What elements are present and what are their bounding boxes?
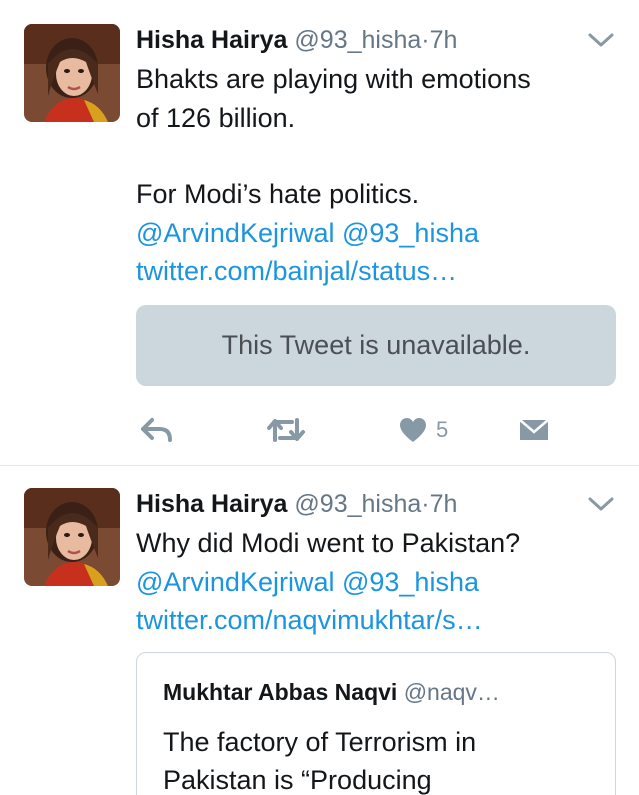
author-name[interactable]: Hisha Hairya <box>136 490 287 518</box>
quoted-tweet-text: The factory of Terrorism in Pakistan is … <box>163 723 593 795</box>
avatar[interactable] <box>24 24 120 122</box>
tweet-text-line: For Modi’s hate politics. <box>136 179 420 209</box>
mentions-link[interactable]: @ArvindKejriwal @93_hisha <box>136 214 616 253</box>
separator-dot: · <box>421 26 430 54</box>
tweet-text-line: of 126 billion. <box>136 102 296 133</box>
quoted-tweet-header: Mukhtar Abbas Naqvi @naqv… <box>163 679 500 706</box>
avatar[interactable] <box>24 488 120 586</box>
chevron-down-icon[interactable] <box>587 30 615 50</box>
quoted-text-line: Pakistan is “Producing <box>163 765 432 795</box>
tweet-header: Hisha Hairya @93_hisha·7h <box>136 488 457 520</box>
author-handle[interactable]: @93_hisha <box>294 26 421 54</box>
quoted-author-name: Mukhtar Abbas Naqvi <box>163 679 398 705</box>
reply-button[interactable] <box>140 412 174 448</box>
tweet-text-line: Bhakts are playing with emotions <box>136 64 531 94</box>
like-count: 5 <box>436 417 449 442</box>
quoted-tweet-card[interactable]: Mukhtar Abbas Naqvi @naqv… The factory o… <box>136 652 616 795</box>
like-button[interactable]: 5 <box>398 412 448 448</box>
tweet-feed: Hisha Hairya @93_hisha·7h Bhakts are pla… <box>0 0 639 795</box>
tweet-body: Why did Modi went to Pakistan? @ArvindKe… <box>136 524 616 640</box>
tweet[interactable]: Hisha Hairya @93_hisha·7h Bhakts are pla… <box>0 0 639 466</box>
tweet-body: Bhakts are playing with emotions of 126 … <box>136 60 616 291</box>
envelope-icon <box>519 419 549 440</box>
tweet-header: Hisha Hairya @93_hisha·7h <box>136 24 457 56</box>
tweet-text-line: Why did Modi went to Pakistan? <box>136 528 521 558</box>
timestamp[interactable]: 7h <box>430 26 458 54</box>
author-handle[interactable]: @93_hisha <box>294 490 421 518</box>
tweet-actions: 5 <box>136 412 616 448</box>
heart-icon <box>400 418 426 442</box>
quoted-author-handle: @naqv… <box>403 679 500 705</box>
quoted-text-line: The factory of Terrorism in <box>163 727 477 757</box>
mentions-link[interactable]: @ArvindKejriwal @93_hisha <box>136 563 616 602</box>
avatar-image <box>24 488 120 586</box>
reply-icon <box>141 418 172 442</box>
tweet-url-link[interactable]: twitter.com/naqvimukhtar/s… <box>136 601 616 640</box>
chevron-down-icon[interactable] <box>587 494 615 514</box>
retweet-button[interactable] <box>266 412 306 448</box>
timestamp[interactable]: 7h <box>430 490 458 518</box>
tweet-url-link[interactable]: twitter.com/bainjal/status… <box>136 252 616 291</box>
unavailable-tweet-card: This Tweet is unavailable. <box>136 305 616 386</box>
direct-message-button[interactable] <box>518 412 550 448</box>
separator-dot: · <box>421 490 430 518</box>
author-name[interactable]: Hisha Hairya <box>136 26 287 54</box>
avatar-image <box>24 24 120 122</box>
retweet-icon <box>267 418 305 442</box>
